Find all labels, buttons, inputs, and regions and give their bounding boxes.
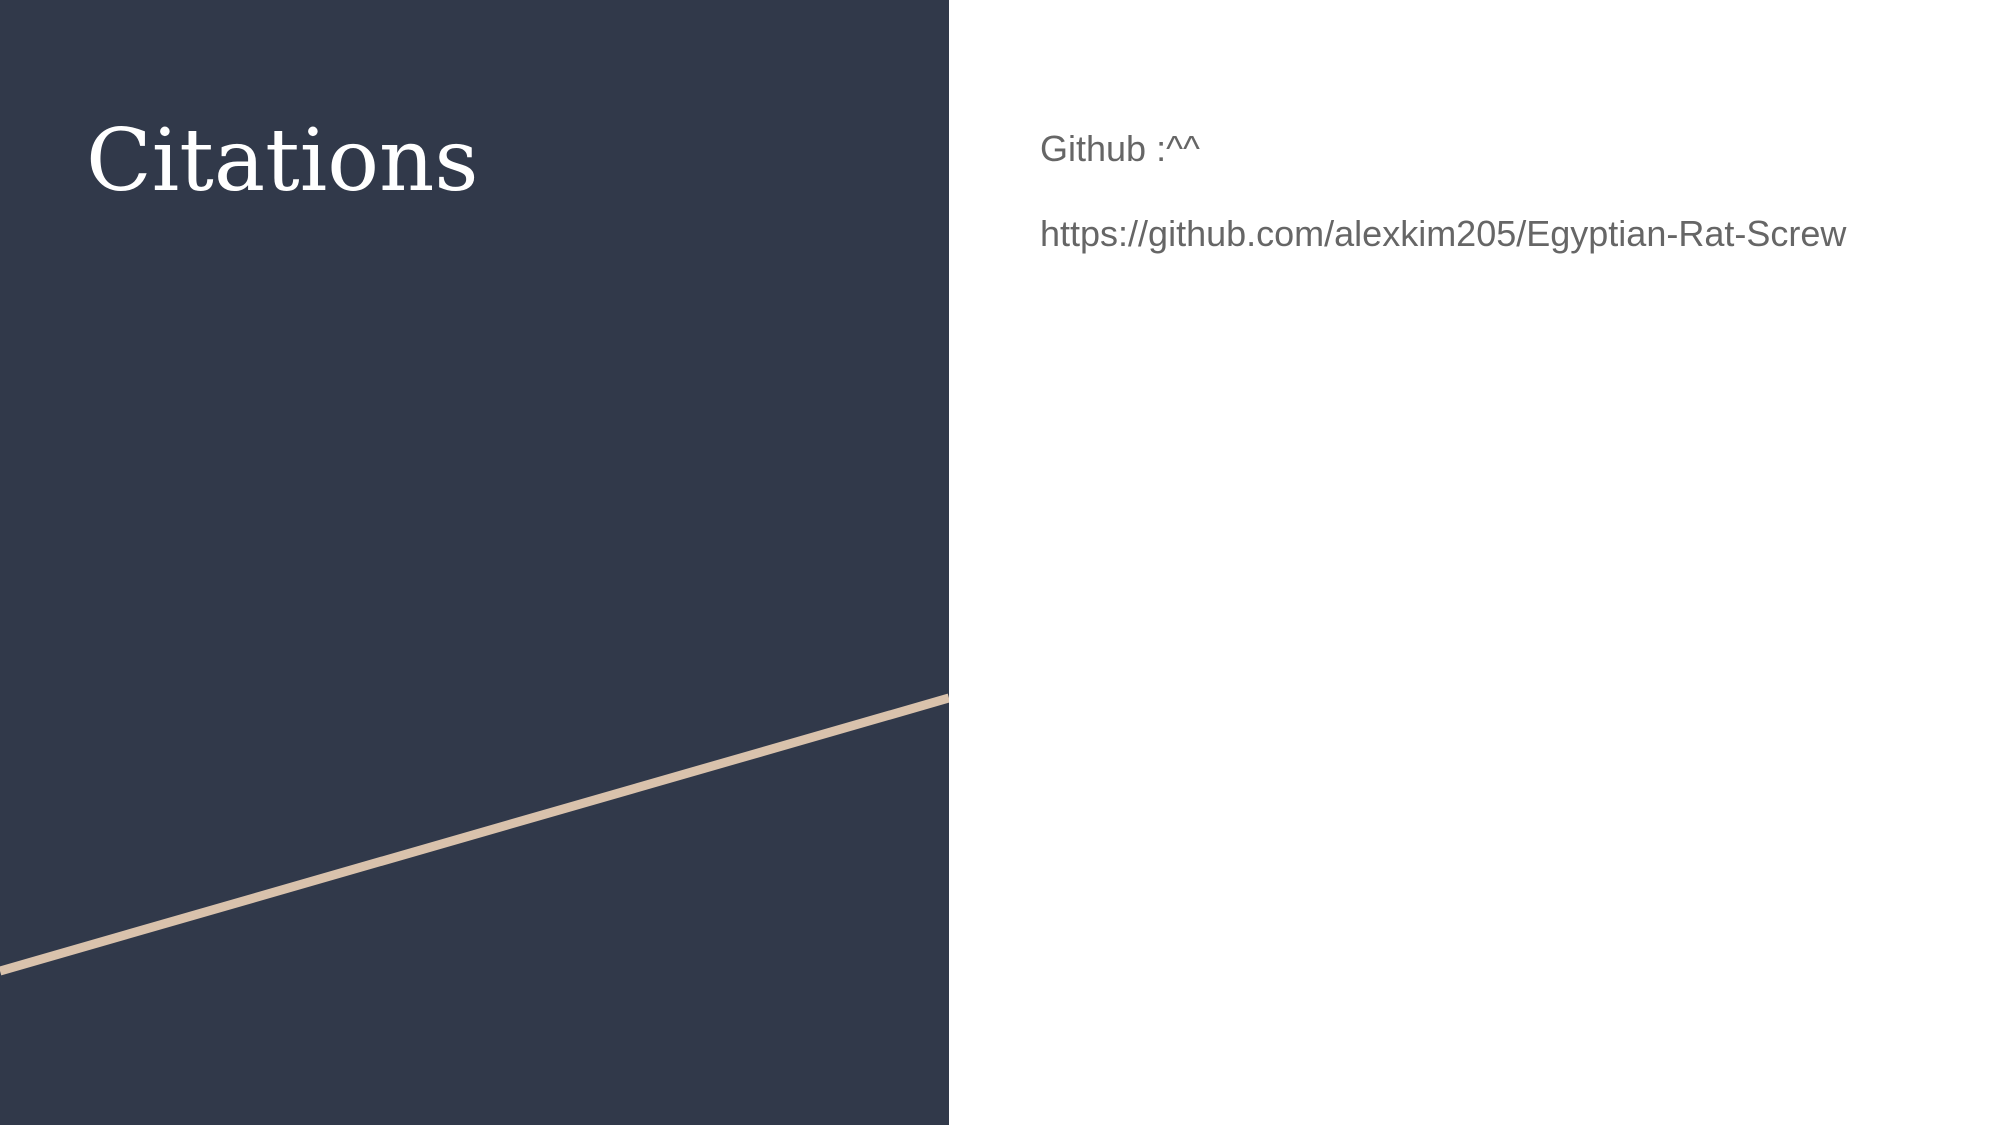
github-label: Github :^^ — [1040, 128, 1200, 169]
github-url-link[interactable]: https://github.com/alexkim205/Egyptian-R… — [1040, 216, 1846, 252]
accent-line — [0, 693, 949, 976]
title-panel: Citations — [0, 0, 949, 1125]
